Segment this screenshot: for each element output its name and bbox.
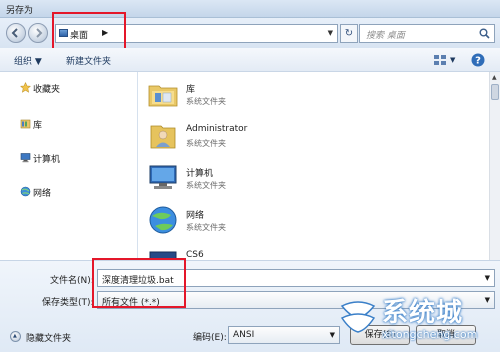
star-icon — [20, 82, 31, 93]
svg-text:?: ? — [475, 56, 481, 67]
network-icon — [20, 186, 31, 197]
file-name: Administrator — [186, 124, 248, 134]
library-icon — [20, 119, 31, 129]
refresh-button[interactable]: ↻ — [340, 24, 358, 43]
list-item[interactable]: Administrator 系统文件夹 — [147, 118, 447, 156]
highlight-box-filename — [92, 258, 186, 308]
cancel-button[interactable]: 取消 — [416, 325, 476, 345]
list-item[interactable]: CS6 — [147, 244, 447, 260]
list-item[interactable]: 网络 系统文件夹 — [147, 202, 447, 240]
sidebar-item-label: 库 — [33, 121, 43, 131]
help-icon[interactable]: ? — [470, 52, 486, 68]
file-type: 系统文件夹 — [186, 181, 226, 190]
file-name: 网络 — [186, 211, 205, 221]
search-placeholder: 搜索 桌面 — [366, 31, 405, 41]
refresh-icon: ↻ — [344, 28, 354, 39]
filename-label: 文件名(N): — [50, 276, 94, 286]
file-type: 系统文件夹 — [186, 223, 226, 232]
list-item[interactable]: 库 系统文件夹 — [147, 76, 447, 114]
scroll-up-icon[interactable]: ▲ — [492, 74, 497, 81]
file-name: 计算机 — [186, 169, 214, 179]
network-icon — [149, 206, 177, 234]
save-form: 文件名(N): 深度清理垃圾.bat ▼ 保存类型(T): 所有文件 (*.*)… — [0, 258, 500, 352]
back-button[interactable] — [6, 23, 26, 43]
file-name: CS6 — [186, 250, 204, 260]
vertical-scrollbar[interactable]: ▲ — [489, 72, 500, 260]
sidebar-item-label: 网络 — [33, 189, 52, 199]
list-item[interactable]: 计算机 系统文件夹 — [147, 160, 447, 198]
chevron-down-icon[interactable]: ▼ — [485, 274, 490, 282]
highlight-box-address — [52, 12, 126, 52]
encoding-label: 编码(E): — [193, 333, 227, 343]
forward-arrow-icon — [36, 28, 43, 38]
encoding-select[interactable]: ANSI ▼ — [228, 326, 340, 344]
chevron-down-icon[interactable]: ▼ — [330, 331, 335, 339]
new-folder-button[interactable]: 新建文件夹 — [66, 54, 111, 67]
view-options-icon[interactable] — [432, 52, 448, 68]
file-type: 系统文件夹 — [186, 97, 226, 106]
organize-button[interactable]: 组织 ▼ — [14, 54, 42, 67]
computer-icon — [149, 165, 177, 189]
file-type: 系统文件夹 — [186, 139, 226, 148]
search-input[interactable]: 搜索 桌面 — [359, 24, 495, 43]
user-folder-icon — [150, 125, 176, 149]
navigation-pane: 收藏夹 库 计算机 网络 — [0, 72, 138, 260]
scrollbar-thumb[interactable] — [491, 84, 499, 100]
file-list: 库 系统文件夹 Administrator 系统文件夹 计算机 系统文件夹 网络… — [139, 72, 489, 260]
file-name: 库 — [186, 85, 196, 95]
back-arrow-icon — [11, 28, 18, 38]
save-button[interactable]: 保存(S) — [350, 325, 410, 345]
collapse-icon — [10, 331, 21, 342]
encoding-value: ANSI — [233, 330, 255, 340]
window-title: 另存为 — [6, 6, 34, 16]
view-dropdown-icon[interactable]: ▼ — [450, 56, 455, 64]
computer-icon — [20, 153, 31, 163]
hide-folders-label: 隐藏文件夹 — [26, 334, 72, 344]
chevron-down-icon[interactable]: ▼ — [485, 296, 490, 304]
library-folder-icon — [148, 85, 178, 107]
sidebar-item-label: 计算机 — [33, 155, 61, 165]
command-toolbar: 组织 ▼ 新建文件夹 ▼ ? — [0, 48, 500, 72]
filetype-label: 保存类型(T): — [42, 298, 94, 308]
search-icon[interactable] — [479, 28, 490, 39]
forward-button[interactable] — [28, 23, 48, 43]
chevron-down-icon[interactable]: ▼ — [328, 29, 333, 37]
sidebar-item-label: 收藏夹 — [33, 85, 61, 95]
